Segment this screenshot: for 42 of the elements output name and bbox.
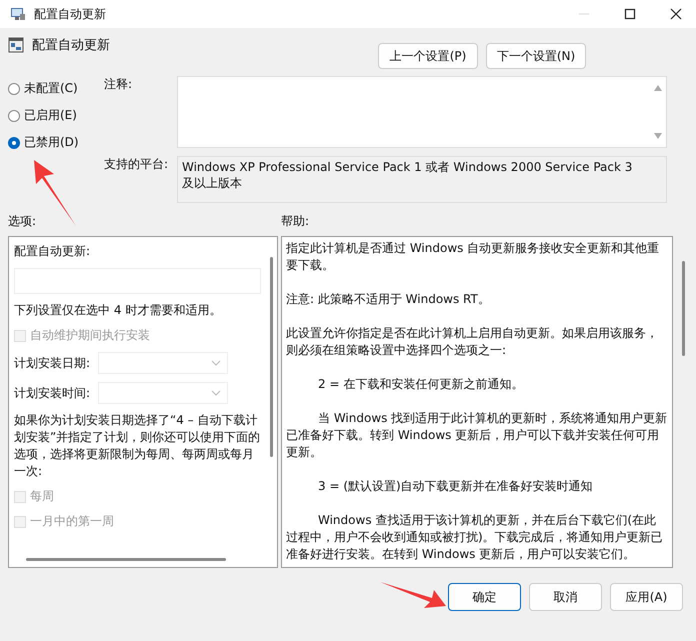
- chevron-down-icon: [211, 390, 222, 396]
- policy-window-icon: [10, 6, 26, 22]
- option-label: 计划安装日期:: [14, 354, 90, 372]
- nav-button[interactable]: 下一个设置(N): [486, 43, 586, 69]
- settings-page-icon: [8, 36, 24, 54]
- help-paragraph: 注意: 此策略不适用于 Windows RT。: [286, 291, 491, 308]
- option-text: 配置自动更新:: [14, 243, 92, 260]
- scrollbar-thumb[interactable]: [26, 558, 226, 561]
- platform-text: Windows XP Professional Service Pack 1 或者 Windows 2000 Service Pack 3 及以上版本: [177, 156, 667, 203]
- platform-label: 支持的平台:: [104, 156, 170, 173]
- scrollbar-thumb[interactable]: [682, 261, 685, 356]
- scroll-down-icon[interactable]: [654, 133, 662, 139]
- help-paragraph: 此设置允许你指定是否在此计算机上启用自动更新。如果启用该服务，则必须在组策略设置中选择四个选项之一:: [286, 325, 659, 359]
- options-label: 选项:: [8, 212, 38, 230]
- help-paragraph: 指定此计算机是否通过 Windows 自动更新服务接收安全更新和其他重要下载。: [286, 240, 660, 274]
- comment-label: 注释:: [104, 76, 134, 93]
- help-paragraph: Windows 查找适用于该计算机的更新，并在后台下载它们(在此过程中，用户不会收到通知或被打扰)。下载完成后，将通知用户更新已准备好进行安装。在转到 Windows 更新后，用户可以安装它们。: [286, 512, 664, 563]
- radio-option[interactable]: 未配置(C): [8, 80, 104, 97]
- help-paragraph: 当 Windows 找到适用于此计算机的更新时，系统将通知用户更新已准备好下载。转到 Windows 更新后，用户可以下载并安装任何可用更新。: [286, 410, 668, 461]
- scrollbar-thumb[interactable]: [270, 257, 273, 457]
- maximize-icon[interactable]: [624, 8, 636, 20]
- help-label: 帮助:: [281, 212, 310, 230]
- scroll-up-icon[interactable]: [654, 85, 662, 91]
- annotation-arrow: [378, 580, 448, 610]
- help-paragraph: 3 = (默认设置)自动下载更新并在准备好安装时通知: [317, 478, 594, 495]
- dialog-button[interactable]: 取消: [529, 583, 602, 611]
- schedule-dropdown[interactable]: [98, 382, 228, 404]
- comment-field[interactable]: [177, 76, 667, 148]
- schedule-dropdown[interactable]: [98, 352, 228, 374]
- chevron-down-icon: [211, 360, 222, 366]
- nav-button[interactable]: 上一个设置(P): [378, 43, 478, 69]
- option-text: 如果你为计划安装日期选择了“4 – 自动下载计划安装”并指定了计划，则你还可以使用下面的选项，选择将更新限制为每周、每两周或每月一次:: [14, 412, 261, 480]
- dialog-button[interactable]: 应用(A): [610, 583, 683, 611]
- option-text: 下列设置仅在选中 4 时才需要和适用。: [14, 302, 222, 319]
- close-icon[interactable]: [670, 8, 682, 20]
- help-paragraph: 2 = 在下载和安装任何更新之前通知。: [317, 376, 524, 393]
- dialog-button[interactable]: 确定: [448, 583, 521, 611]
- window-title: 配置自动更新: [34, 6, 106, 22]
- radio-option[interactable]: 已启用(E): [8, 107, 104, 124]
- radio-option[interactable]: 已禁用(D): [8, 134, 104, 151]
- option-label: 计划安装时间:: [14, 384, 90, 402]
- policy-title: 配置自动更新: [32, 37, 110, 54]
